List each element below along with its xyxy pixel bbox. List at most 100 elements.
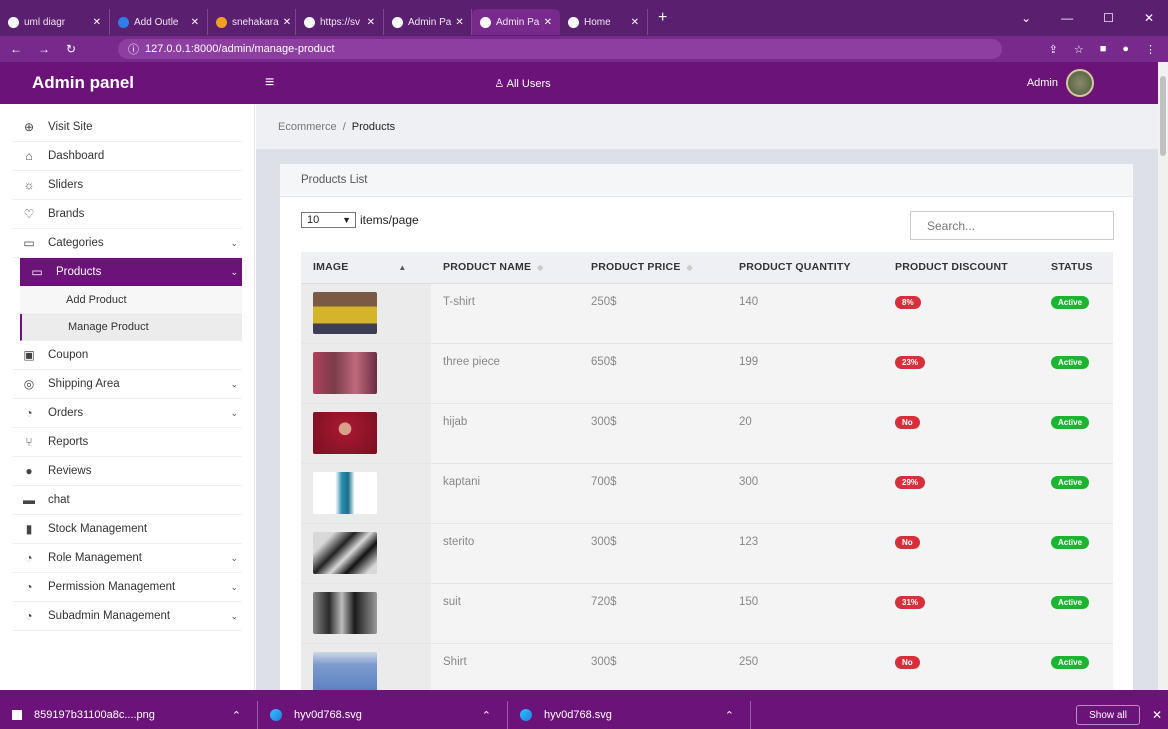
browser-tab[interactable]: uml diagr ✕ bbox=[0, 9, 110, 35]
close-window-icon[interactable]: ✕ bbox=[1144, 11, 1154, 25]
breadcrumb: Ecommerce / Products bbox=[256, 104, 1158, 149]
page-size-select[interactable]: 10 ▼ bbox=[301, 212, 356, 228]
status-badge[interactable]: Active bbox=[1051, 655, 1090, 669]
window-controls: ⌄ — ☐ ✕ bbox=[1021, 11, 1168, 25]
user-icon: ♙ bbox=[494, 77, 507, 90]
sidepanel-icon[interactable]: ■ bbox=[1100, 43, 1107, 56]
reload-icon[interactable]: ↻ bbox=[66, 42, 76, 56]
tab-close-icon[interactable]: ✕ bbox=[451, 17, 463, 28]
sidebar-item-dashboard[interactable]: ⌂ Dashboard bbox=[12, 142, 242, 171]
sidebar-item-chat[interactable]: ▬ chat bbox=[12, 486, 242, 515]
download-item[interactable]: 859197b31100a8c....png ⌃ bbox=[0, 701, 258, 729]
sidebar-item-coupon[interactable]: ▣ Coupon bbox=[12, 341, 242, 370]
tab-close-icon[interactable]: ✕ bbox=[540, 17, 552, 28]
chevron-up-icon[interactable]: ⌃ bbox=[232, 709, 241, 722]
tab-close-icon[interactable]: ✕ bbox=[89, 17, 101, 28]
product-image bbox=[313, 471, 377, 514]
show-all-button[interactable]: Show all bbox=[1076, 705, 1140, 725]
tab-search-icon[interactable]: ⌄ bbox=[1021, 11, 1031, 25]
browser-tab[interactable]: Admin Pa ✕ bbox=[384, 9, 472, 35]
sidebar-item-brands[interactable]: ♡ Brands bbox=[12, 200, 242, 229]
page-size-control: 10 ▼ items/page bbox=[301, 212, 419, 228]
menu-icon[interactable]: ⋮ bbox=[1145, 43, 1156, 56]
page-scrollbar[interactable] bbox=[1158, 62, 1168, 690]
sidebar-item-visit-site[interactable]: ⊕ Visit Site bbox=[12, 113, 242, 142]
forward-icon[interactable]: → bbox=[38, 42, 50, 56]
chevron-up-icon[interactable]: ⌃ bbox=[725, 709, 734, 722]
breadcrumb-parent[interactable]: Ecommerce bbox=[278, 121, 337, 133]
scrollbar-thumb[interactable] bbox=[1160, 76, 1166, 156]
new-tab-button[interactable]: + bbox=[658, 9, 667, 27]
sidebar-subitem-add-product[interactable]: Add Product bbox=[20, 287, 242, 314]
hamburger-icon[interactable]: ≡ bbox=[265, 74, 274, 92]
downloads-bar-border bbox=[0, 690, 1168, 701]
column-header[interactable]: PRODUCT DISCOUNT bbox=[883, 252, 1039, 284]
location-icon: ◎ bbox=[23, 377, 35, 391]
status-badge[interactable]: Active bbox=[1051, 355, 1090, 369]
maximize-icon[interactable]: ☐ bbox=[1103, 11, 1114, 25]
sidebar-item-permission-management[interactable]: ◔ Permission Management ⌄ bbox=[12, 573, 242, 602]
column-header[interactable]: PRODUCT PRICE ◆ bbox=[579, 252, 727, 284]
column-header[interactable]: STATUS bbox=[1039, 252, 1113, 284]
back-icon[interactable]: ← bbox=[10, 42, 22, 56]
download-item[interactable]: hyv0d768.svg ⌃ bbox=[508, 701, 751, 729]
status-badge[interactable]: Active bbox=[1051, 535, 1090, 549]
browser-tab[interactable]: Add Outle ✕ bbox=[110, 9, 208, 35]
sidebar-item-sliders[interactable]: ☼ Sliders bbox=[12, 171, 242, 200]
folder-open-icon: ▭ bbox=[31, 265, 43, 279]
chevron-down-icon: ⌄ bbox=[230, 407, 238, 418]
tab-close-icon[interactable]: ✕ bbox=[627, 17, 639, 28]
product-name: T-shirt bbox=[431, 283, 579, 344]
download-item[interactable]: hyv0d768.svg ⌃ bbox=[258, 701, 508, 729]
app-header: Admin panel ≡ ♙ All Users Admin bbox=[0, 62, 1158, 104]
share-icon[interactable]: ⇪ bbox=[1049, 43, 1058, 56]
sidebar-item-role-management[interactable]: ◔ Role Management ⌄ bbox=[12, 544, 242, 573]
browser-tab[interactable]: snehakara ✕ bbox=[208, 9, 296, 35]
chat-icon: ▬ bbox=[23, 493, 35, 507]
status-badge[interactable]: Active bbox=[1051, 595, 1090, 609]
close-downloads-icon[interactable]: ✕ bbox=[1152, 708, 1162, 722]
browser-tab[interactable]: Home ✕ bbox=[560, 9, 648, 35]
product-quantity: 300 bbox=[727, 463, 883, 524]
tab-close-icon[interactable]: ✕ bbox=[363, 17, 375, 28]
sidebar-item-reviews[interactable]: ● Reviews bbox=[12, 457, 242, 486]
sidebar-item-orders[interactable]: ◔ Orders ⌄ bbox=[12, 399, 242, 428]
product-image bbox=[313, 651, 377, 694]
sidebar-item-shipping-area[interactable]: ◎ Shipping Area ⌄ bbox=[12, 370, 242, 399]
search-input[interactable]: Search... bbox=[910, 211, 1114, 240]
sidebar-item-products[interactable]: ▭ Products ⌄ bbox=[20, 258, 242, 287]
clock-icon: ◔ bbox=[25, 406, 33, 420]
clock-icon: ◔ bbox=[25, 580, 33, 594]
chevron-up-icon[interactable]: ⌃ bbox=[482, 709, 491, 722]
all-users-link[interactable]: ♙ All Users bbox=[494, 77, 550, 90]
browser-tab[interactable]: https://sv ✕ bbox=[296, 9, 384, 35]
sidebar-item-stock-management[interactable]: ▮ Stock Management bbox=[12, 515, 242, 544]
tab-close-icon[interactable]: ✕ bbox=[187, 17, 199, 28]
status-badge[interactable]: Active bbox=[1051, 295, 1090, 309]
sidebar-subitem-manage-product[interactable]: Manage Product bbox=[20, 314, 242, 341]
tab-favicon-icon bbox=[216, 16, 227, 28]
status-badge[interactable]: Active bbox=[1051, 415, 1090, 429]
status-badge[interactable]: Active bbox=[1051, 475, 1090, 489]
brand-title[interactable]: Admin panel bbox=[0, 73, 255, 93]
column-header[interactable]: PRODUCT QUANTITY bbox=[727, 252, 883, 284]
edge-icon bbox=[270, 709, 282, 721]
sidebar-item-categories[interactable]: ▭ Categories ⌄ bbox=[12, 229, 242, 258]
column-header[interactable]: PRODUCT NAME ◆ bbox=[431, 252, 579, 284]
profile-icon[interactable]: ● bbox=[1122, 43, 1129, 56]
star-icon[interactable]: ☆ bbox=[1074, 43, 1084, 56]
tab-close-icon[interactable]: ✕ bbox=[279, 17, 291, 28]
admin-menu[interactable]: Admin bbox=[1027, 69, 1094, 97]
products-card: Products List 10 ▼ items/page Search... I… bbox=[280, 164, 1133, 704]
sidebar-item-reports[interactable]: ⑂ Reports bbox=[12, 428, 242, 457]
info-icon[interactable]: ⓘ bbox=[128, 41, 139, 57]
minimize-icon[interactable]: — bbox=[1061, 11, 1073, 25]
chevron-down-icon: ⌄ bbox=[230, 581, 238, 592]
sidebar-item-subadmin-management[interactable]: ◔ Subadmin Management ⌄ bbox=[12, 602, 242, 631]
avatar[interactable] bbox=[1066, 69, 1094, 97]
branch-icon: ⑂ bbox=[25, 435, 33, 449]
url-field[interactable]: ⓘ 127.0.0.1:8000/admin/manage-product bbox=[118, 39, 1002, 59]
browser-tab-active[interactable]: Admin Pa ✕ bbox=[472, 9, 560, 35]
column-header[interactable]: IMAGE ▲ bbox=[301, 252, 431, 284]
info-icon: ● bbox=[25, 464, 33, 478]
